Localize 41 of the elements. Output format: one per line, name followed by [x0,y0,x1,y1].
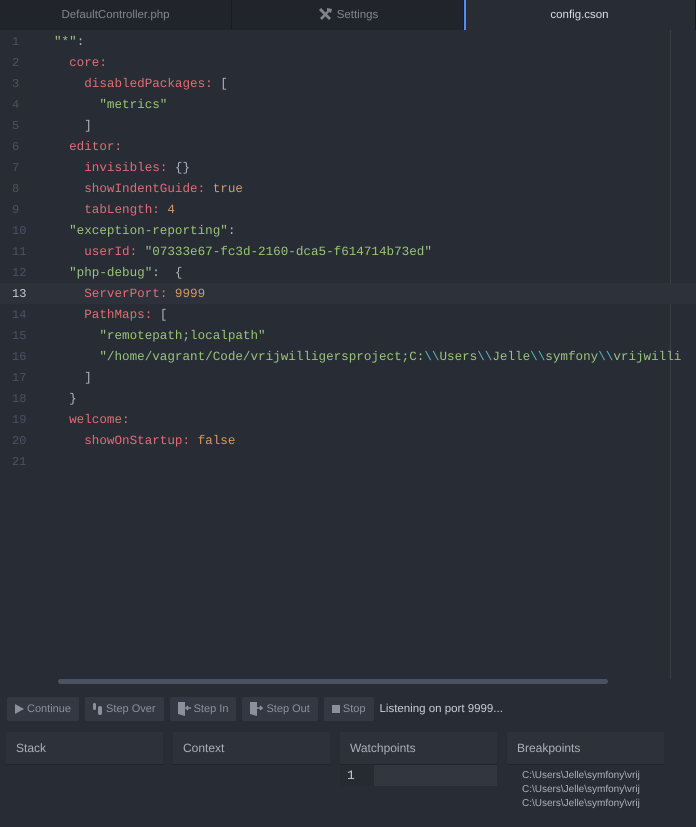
code-line: showOnStartup: false [83,434,236,448]
door-enter-icon [178,702,191,716]
code-line: "*": [54,34,84,48]
panel-header[interactable]: Watchpoints [340,732,497,765]
code-line: ] [83,118,92,132]
code-line: invisibles: {} [83,160,190,174]
line-number: 13 [11,286,28,300]
debug-button[interactable]: Step In [170,696,236,720]
code-line: "metrics" [98,98,168,112]
door-exit-icon [250,702,264,716]
footsteps-icon [93,702,104,714]
breakpoint-path[interactable]: C:\Users\Jelle\symfony\vrij [522,797,664,811]
code-line: "exception-reporting": [68,224,236,238]
debug-button[interactable]: Continue [7,696,80,720]
debug-button[interactable]: Step Over [85,696,164,720]
code-line: "remotepath;localpath" [98,328,266,342]
code-line: } [68,392,77,406]
debug-button[interactable]: Step Out [242,696,318,720]
code-line: "/home/vagrant/Code/vrijwilligersproject;C:\\Users\\Jelle\\symfony\\vrijwilli [98,350,682,364]
panel-header[interactable]: Breakpoints [507,732,664,765]
status-text: Listening on port 9999... [380,702,503,714]
debug-button[interactable]: Stop [324,696,374,720]
breakpoint-path[interactable]: C:\Users\Jelle\symfony\vrij [522,783,664,797]
code-line: PathMaps: [ [83,308,168,322]
code-line: "php-debug": { [68,266,182,280]
code-line: core: [68,56,107,70]
tab[interactable]: config.cson [464,0,696,30]
stop-icon [332,704,340,712]
scrollbar[interactable] [58,679,608,684]
panel-header[interactable]: Context [173,732,330,765]
code-line: userId: "07333e67-fc3d-2160-dca5-f614714b73ed" [83,244,432,258]
code-line: ] [83,370,92,384]
breakpoint-path[interactable]: C:\Users\Jelle\symfony\vrij [522,769,664,783]
code-line: showIndentGuide: true [83,182,243,196]
code-line: tabLength: 4 [83,202,175,216]
panel-header[interactable]: Stack [6,732,163,765]
play-icon [15,704,24,714]
code-line: disabledPackages: [ [83,76,228,90]
code-line: ServerPort: 9999 [83,286,206,300]
code-line: editor: [68,140,122,154]
code-line: welcome: [68,412,130,426]
